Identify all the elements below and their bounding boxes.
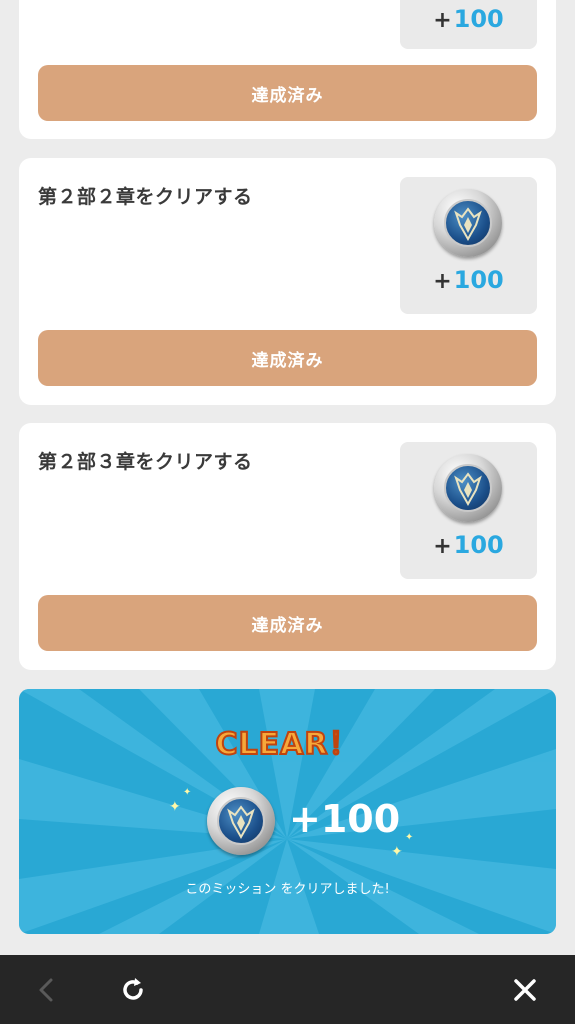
mission-card: 第２部３章をクリアする +100 達成済み [19, 423, 556, 670]
reload-icon [123, 978, 143, 1000]
completed-button[interactable]: 達成済み [38, 65, 537, 121]
reload-button[interactable] [116, 973, 150, 1007]
sparkle-icon: ✦ [405, 832, 414, 843]
reward-amount: +100 [433, 531, 504, 559]
clear-reward-amount: +100 [289, 797, 401, 841]
sparkle-icon: ✦ [169, 799, 181, 815]
clear-message: このミッション をクリアしました! [185, 882, 390, 897]
mission-card: +100 達成済み [19, 0, 556, 139]
reward-box: +100 [400, 0, 537, 49]
back-button[interactable] [30, 973, 64, 1007]
reward-amount: +100 [433, 5, 504, 33]
clear-title: CLEAR！ [215, 726, 360, 763]
bottom-toolbar [0, 955, 575, 1024]
sparkle-icon: ✦ [183, 787, 192, 798]
medal-icon [434, 454, 502, 522]
sparkle-icon: ✦ [391, 844, 403, 860]
completed-button[interactable]: 達成済み [38, 595, 537, 651]
mission-title: 第２部３章をクリアする [38, 451, 253, 473]
mission-title: 第２部２章をクリアする [38, 186, 253, 208]
reward-amount: +100 [433, 266, 504, 294]
reward-box: +100 [400, 177, 537, 314]
medal-icon [207, 787, 275, 855]
close-button[interactable] [508, 973, 542, 1007]
completed-button[interactable]: 達成済み [38, 330, 537, 386]
chevron-left-icon [39, 978, 53, 1002]
mission-card: 第２部２章をクリアする +100 達成済み [19, 158, 556, 405]
medal-icon [434, 189, 502, 257]
close-icon [514, 979, 536, 1001]
reward-box: +100 [400, 442, 537, 579]
clear-banner: CLEAR！ ✦ ✦ ✦ ✦ +100 このミッション をクリアしました! [19, 689, 556, 934]
